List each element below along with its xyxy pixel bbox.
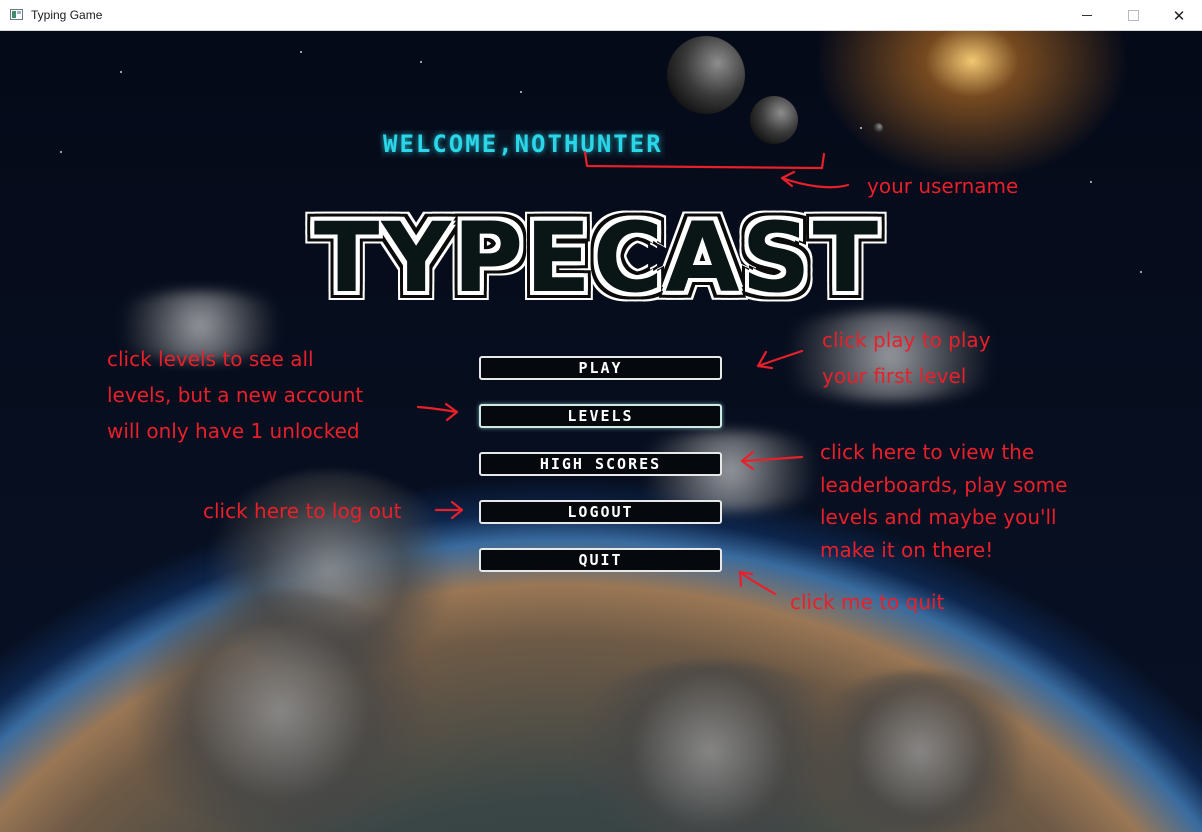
high-scores-note-line: leaderboards, play some — [820, 472, 1068, 497]
username-label: NOTHUNTER — [514, 130, 663, 158]
close-icon: ✕ — [1172, 6, 1186, 25]
quit-note: click me to quit — [790, 590, 945, 614]
quit-button-label: QUIT — [578, 551, 623, 569]
levels-note-line: will only have 1 unlocked — [107, 419, 360, 443]
logout-note: click here to log out — [203, 499, 402, 523]
play-note: click play to play your first level — [822, 322, 991, 394]
play-button[interactable]: PLAY — [479, 356, 722, 380]
play-note-line: click play to play — [822, 328, 991, 352]
star — [60, 151, 62, 153]
moon-tiny — [873, 123, 883, 133]
app-icon — [10, 9, 23, 20]
welcome-banner: WELCOME, NOTHUNTER — [381, 130, 665, 158]
close-button[interactable]: ✕ — [1156, 0, 1202, 31]
moon-small — [750, 96, 798, 144]
levels-note-line: levels, but a new account — [107, 383, 364, 407]
username-note: your username — [867, 174, 1019, 198]
storm-cloud — [800, 671, 1040, 831]
star — [1140, 271, 1142, 273]
star — [120, 71, 122, 73]
levels-note: click levels to see all levels, but a ne… — [107, 341, 363, 449]
welcome-text: WELCOME, — [383, 130, 515, 158]
high-scores-note-line: click here to view the — [820, 440, 1035, 464]
storm-cloud — [120, 591, 440, 831]
logout-button[interactable]: LOGOUT — [479, 500, 722, 524]
play-note-line: your first level — [822, 364, 967, 388]
star — [860, 127, 862, 129]
star — [520, 91, 522, 93]
moon-large — [667, 36, 745, 114]
game-logo: TYPECAST — [313, 202, 881, 314]
levels-button-label: LEVELS — [567, 407, 634, 425]
maximize-icon — [1127, 10, 1139, 21]
star — [1090, 181, 1092, 183]
levels-button[interactable]: LEVELS — [479, 404, 722, 428]
quit-button[interactable]: QUIT — [479, 548, 722, 572]
maximize-button[interactable] — [1110, 0, 1156, 31]
window-titlebar: Typing Game ✕ — [0, 0, 1202, 31]
logout-button-label: LOGOUT — [567, 503, 634, 521]
window-title: Typing Game — [31, 8, 103, 22]
high-scores-note-line: levels and maybe you'll — [820, 505, 1057, 529]
high-scores-button-label: HIGH SCORES — [539, 455, 662, 473]
star — [420, 61, 422, 63]
levels-note-line: click levels to see all — [107, 347, 314, 371]
star — [300, 51, 302, 53]
high-scores-note: click here to view the leaderboards, pla… — [820, 436, 1067, 566]
play-button-label: PLAY — [578, 359, 623, 377]
high-scores-button[interactable]: HIGH SCORES — [479, 452, 722, 476]
high-scores-note-line: make it on there! — [820, 537, 994, 562]
minimize-button[interactable] — [1064, 0, 1110, 31]
minimize-icon — [1082, 15, 1092, 16]
